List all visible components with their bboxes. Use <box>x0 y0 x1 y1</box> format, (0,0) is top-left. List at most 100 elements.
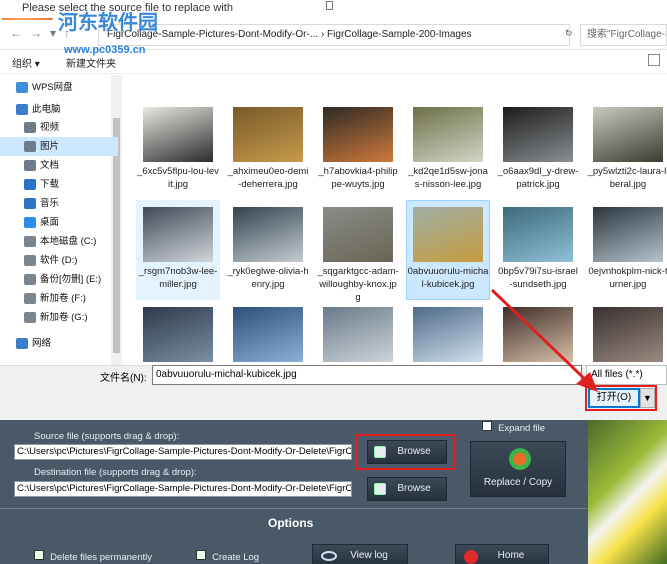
sidebar-item[interactable]: 桌面 <box>0 213 118 232</box>
thumbnail-image <box>143 307 213 362</box>
create-log-label: Create Log <box>212 552 260 563</box>
sidebar-item[interactable]: 图片 <box>0 137 118 156</box>
file-thumbnail[interactable] <box>226 300 310 365</box>
browse-icon <box>374 483 386 495</box>
thumbnail-image <box>323 107 393 162</box>
home-button[interactable]: Home <box>455 544 549 564</box>
filename-label: 文件名(N): <box>100 373 147 384</box>
download-icon <box>24 179 36 190</box>
sidebar-item[interactable]: 软件 (D:) <box>0 251 118 270</box>
video-folder-icon <box>24 122 36 133</box>
sidebar-item[interactable]: 下载 <box>0 175 118 194</box>
replace-copy-label: Replace / Copy <box>483 477 553 488</box>
annotation-box-open <box>585 385 657 411</box>
watermark-title: 河东软件园 <box>58 12 158 34</box>
thumbnail-image <box>233 307 303 362</box>
file-name-label: 0abvuuorulu-michal-kubicek.jpg <box>407 266 489 290</box>
source-label: Source file (supports drag & drop): <box>34 431 180 442</box>
sidebar-item[interactable]: 网络 <box>0 334 118 353</box>
sidebar-item-label: 图片 <box>40 141 60 152</box>
file-thumbnail[interactable]: _sqgarktgcc-adam-willoughby-knox.jpg <box>316 200 400 303</box>
file-name-label: _rsgm7nob3w-lee-miller.jpg <box>138 266 218 290</box>
annotation-arrow-line <box>490 288 592 386</box>
thumbnail-image <box>233 207 303 262</box>
sidebar-item-label: 网络 <box>32 338 52 349</box>
create-log-checkbox[interactable] <box>196 550 206 560</box>
replace-icon <box>509 448 531 470</box>
app-side-image <box>588 420 667 564</box>
sidebar-item[interactable]: 新加卷 (F:) <box>0 289 118 308</box>
delete-permanently-checkbox[interactable] <box>34 550 44 560</box>
file-thumbnail[interactable]: _kd2qe1d5sw-jonas-nisson-lee.jpg <box>406 100 490 200</box>
drive-icon <box>24 236 36 247</box>
view-log-button[interactable]: View log <box>312 544 408 564</box>
sidebar-item-label: 新加卷 (G:) <box>40 312 88 323</box>
drive-icon <box>24 312 36 323</box>
view-options-icon[interactable] <box>648 54 660 66</box>
search-placeholder: 搜索"FigrCollage-Sa... <box>587 29 666 40</box>
expand-file-option[interactable]: Expand file <box>482 421 545 434</box>
create-log-option[interactable]: Create Log <box>196 550 259 563</box>
pictures-folder-icon <box>24 141 36 152</box>
drive-icon <box>24 255 36 266</box>
sidebar-item[interactable]: 音乐 <box>0 194 118 213</box>
replace-copy-button[interactable]: Replace / Copy <box>470 441 566 497</box>
file-thumbnail[interactable]: _6xc5v5flpu-lou-levit.jpg <box>136 100 220 200</box>
destination-file-field[interactable]: C:\Users\pc\Pictures\FigrCollage-Sample-… <box>14 481 352 497</box>
options-title: Options <box>268 516 314 530</box>
sidebar-item[interactable]: 视频 <box>0 118 118 137</box>
home-label: Home <box>497 550 525 561</box>
file-name-label: _ryk0eglwe-olivia-henry.jpg <box>227 266 309 290</box>
file-thumbnail[interactable] <box>406 300 490 365</box>
sidebar-item-label: 备份[勿删] (E:) <box>40 274 102 285</box>
documents-folder-icon <box>24 160 36 171</box>
browse-destination-label: Browse <box>397 483 431 494</box>
options-divider <box>0 508 588 509</box>
file-thumbnail[interactable]: _ryk0eglwe-olivia-henry.jpg <box>226 200 310 300</box>
delete-permanently-option[interactable]: Delete files permanently <box>34 550 152 563</box>
sidebar-item-label: 本地磁盘 (C:) <box>40 236 97 247</box>
home-icon <box>464 550 478 564</box>
source-file-field[interactable]: C:\Users\pc\Pictures\FigrCollage-Sample-… <box>14 444 352 460</box>
search-input[interactable]: 搜索"FigrCollage-Sa... <box>580 24 667 46</box>
organize-menu[interactable]: 组织 ▾ <box>12 55 40 70</box>
delete-permanently-label: Delete files permanently <box>50 552 152 563</box>
thumbnail-image <box>413 107 483 162</box>
thumbnail-image <box>503 207 573 262</box>
new-folder-button[interactable]: 新建文件夹 <box>66 55 116 70</box>
music-icon <box>24 198 36 209</box>
file-thumbnail[interactable]: _ahximeu0eo-demi-deherrera.jpg <box>226 100 310 200</box>
destination-label: Destination file (supports drag & drop): <box>34 467 197 478</box>
address-path[interactable]: FigrCollage-Sample-Pictures-Dont-Modify-… <box>98 24 570 46</box>
sidebar-item[interactable]: 本地磁盘 (C:) <box>0 232 118 251</box>
thumbnail-image <box>503 107 573 162</box>
sidebar-item-label: 下载 <box>40 179 60 190</box>
sidebar-item-label: 桌面 <box>40 217 60 228</box>
sidebar-item-label: 视频 <box>40 122 60 133</box>
sidebar-item[interactable]: 新加卷 (G:) <box>0 308 118 327</box>
sidebar-item[interactable]: 备份[勿删] (E:) <box>0 270 118 289</box>
file-thumbnail[interactable]: _h7abovkia4-philippe-wuyts.jpg <box>316 100 400 200</box>
file-thumbnail[interactable] <box>316 300 400 365</box>
computer-icon <box>16 104 28 115</box>
file-name-label: _ahximeu0eo-demi-deherrera.jpg <box>227 166 309 190</box>
file-thumbnail[interactable]: _o6aax9dl_y-drew-patrick.jpg <box>496 100 580 200</box>
file-thumbnail[interactable]: 0abvuuorulu-michal-kubicek.jpg <box>406 200 490 300</box>
maximize-icon[interactable] <box>326 1 333 10</box>
sidebar-item[interactable]: 文档 <box>0 156 118 175</box>
drive-icon <box>24 274 36 285</box>
refresh-icon[interactable]: ↻ <box>565 28 573 39</box>
expand-file-label: Expand file <box>498 423 546 434</box>
file-name-label: _o6aax9dl_y-drew-patrick.jpg <box>497 166 579 190</box>
thumbnail-image <box>143 207 213 262</box>
thumbnail-image <box>593 207 663 262</box>
browse-destination-button[interactable]: Browse <box>367 477 447 501</box>
file-thumbnail[interactable]: _py5wlzti2c-laura-liberal.jpg <box>586 100 667 200</box>
network-icon <box>16 338 28 349</box>
sidebar-item[interactable]: 此电脑 <box>0 100 118 119</box>
file-thumbnail[interactable]: _rsgm7nob3w-lee-miller.jpg <box>136 200 220 300</box>
file-name-label: _6xc5v5flpu-lou-levit.jpg <box>137 166 219 190</box>
sidebar-item[interactable]: WPS网盘 <box>0 78 118 97</box>
expand-file-checkbox[interactable] <box>482 421 492 431</box>
file-thumbnail[interactable] <box>136 300 220 365</box>
